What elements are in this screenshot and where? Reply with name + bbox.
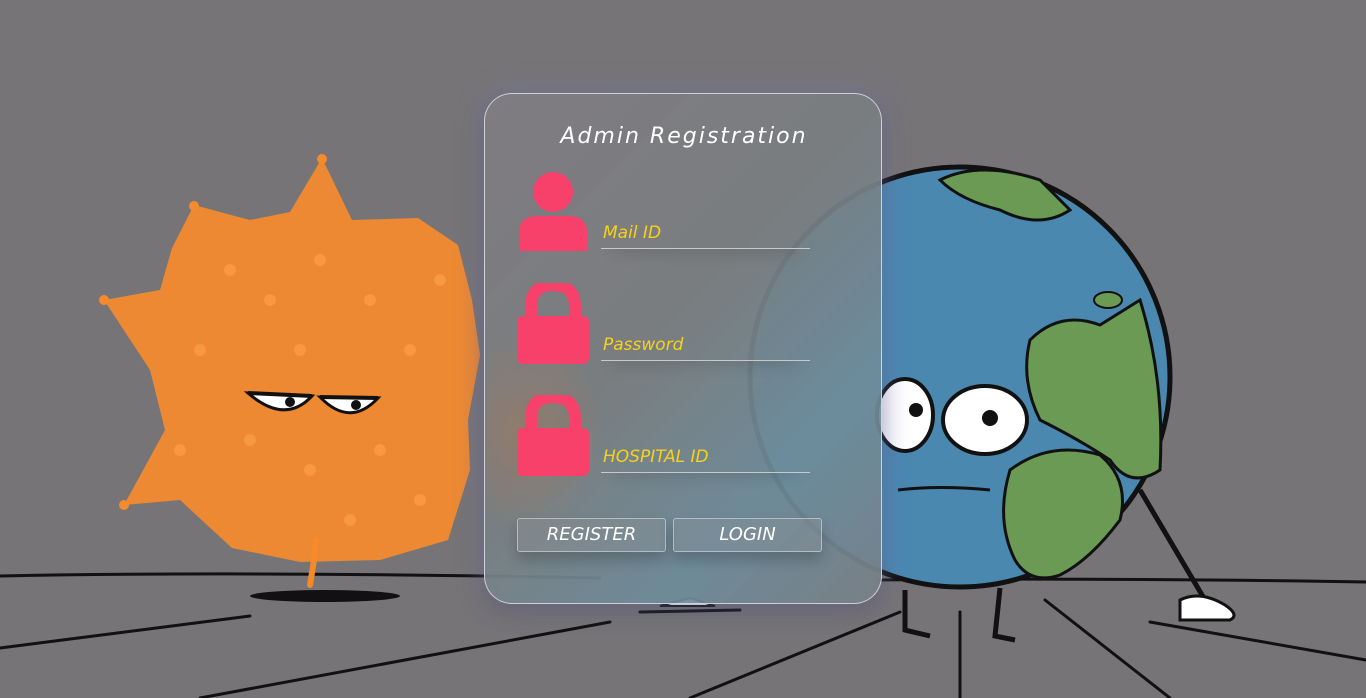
- form-title: Admin Registration: [560, 124, 808, 149]
- page: Admin Registration Mail ID HOSPITAL ID R…: [0, 0, 1366, 698]
- user-icon: [517, 171, 589, 255]
- lock-icon: [517, 395, 589, 479]
- mail-id-row: [517, 171, 817, 255]
- login-button[interactable]: LOGIN: [673, 518, 822, 552]
- hospital-id-row: [517, 395, 817, 479]
- admin-registration-card: Admin Registration Mail ID HOSPITAL ID R…: [484, 93, 882, 604]
- password-input[interactable]: [601, 331, 810, 361]
- password-row: [517, 283, 817, 367]
- mail-id-input[interactable]: [601, 219, 810, 249]
- hospital-id-input[interactable]: [601, 443, 810, 473]
- orange-virus-character: [99, 154, 480, 602]
- register-button[interactable]: REGISTER: [517, 518, 666, 552]
- lock-icon: [517, 283, 589, 367]
